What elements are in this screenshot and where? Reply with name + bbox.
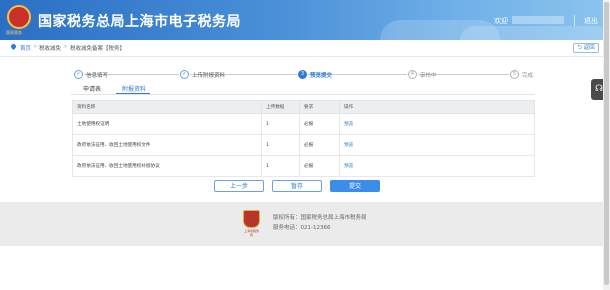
- breadcrumb-separator: >: [63, 44, 68, 50]
- breadcrumb-level2: 税收减免备案【税务】: [70, 46, 126, 52]
- tab-divider: [71, 94, 535, 95]
- breadcrumb-home[interactable]: 首页: [20, 44, 31, 52]
- scrollbar-thumb[interactable]: [604, 2, 609, 285]
- step-3-number: 3: [298, 70, 307, 79]
- submit-button[interactable]: 提交: [330, 180, 380, 192]
- step-4-label: 审核中: [420, 73, 437, 79]
- welcome-text: 欢迎: [494, 17, 508, 25]
- table-row: 土地使用权证明 1 必报 预览: [72, 113, 535, 135]
- header-action: 操作: [339, 100, 535, 114]
- table-row: 政府依法征用、收回土地使用权补偿协议 1 必报 预览: [72, 155, 535, 177]
- preview-link[interactable]: 预览: [339, 113, 535, 135]
- site-title: 国家税务总局上海市电子税务局: [38, 14, 241, 30]
- doc-name: 政府依法征用、收回土地使用权补偿协议: [72, 155, 262, 177]
- tax-emblem-icon: [7, 5, 31, 29]
- tax-bureau-logo-icon: [243, 210, 260, 228]
- tab-application-form[interactable]: 申请表: [83, 84, 101, 93]
- breadcrumb-divider: [0, 56, 603, 57]
- table-row: 政府依法征用、收回土地使用权文件 1 必报 预览: [72, 134, 535, 156]
- header-doc-name: 资料名称: [72, 100, 262, 114]
- step-1-check-icon: ✓: [74, 70, 83, 79]
- breadcrumb-level1[interactable]: 税收减免: [39, 44, 61, 52]
- step-2-label: 上传附报资料: [192, 73, 226, 79]
- logout-link[interactable]: 退出: [584, 16, 598, 26]
- header-divider: [574, 15, 575, 26]
- doc-name: 政府依法征用、收回土地使用权文件: [72, 134, 262, 156]
- location-pin-icon: [9, 42, 18, 51]
- requirement: 必报: [299, 134, 340, 156]
- back-button[interactable]: ⮌ 返回: [573, 43, 599, 53]
- service-phone: 服务电话：021-12366: [273, 225, 331, 231]
- previous-step-button[interactable]: 上一步: [214, 180, 264, 192]
- doc-name: 土地使用权证明: [72, 113, 262, 135]
- breadcrumb-separator: >: [33, 44, 38, 50]
- header-upload-count: 上传数据: [261, 100, 300, 114]
- save-draft-button[interactable]: 暂存: [272, 180, 322, 192]
- tab-attachments[interactable]: 附报资料: [122, 84, 146, 93]
- upload-count: 1: [261, 113, 300, 135]
- back-button-label: 返回: [583, 45, 595, 51]
- copyright-text: 版权所有：国家税务总局上海市税务局: [273, 215, 367, 221]
- preview-link[interactable]: 预览: [339, 155, 535, 177]
- table-header-row: 资料名称 上传数据 要求 操作: [72, 100, 535, 114]
- back-arrow-icon: ⮌: [577, 45, 582, 51]
- mountain-decoration: [460, 26, 610, 40]
- upload-count: 1: [261, 134, 300, 156]
- attachments-table: 资料名称 上传数据 要求 操作 土地使用权证明 1 必报 预览 政府依法征用、收…: [72, 100, 535, 177]
- requirement: 必报: [299, 113, 340, 135]
- upload-count: 1: [261, 155, 300, 177]
- step-2-check-icon: ✓: [180, 70, 189, 79]
- step-3-label: 预览提交: [310, 73, 333, 79]
- step-4-number: 4: [408, 70, 417, 79]
- emblem-caption: 国家税务: [6, 30, 22, 35]
- step-1-label: 信息填写: [86, 73, 109, 79]
- preview-link[interactable]: 预览: [339, 134, 535, 156]
- header-requirement: 要求: [299, 100, 340, 114]
- user-name-redacted: [512, 16, 564, 24]
- step-5-label: 完成: [522, 73, 534, 79]
- step-5-number: 5: [510, 70, 519, 79]
- requirement: 必报: [299, 155, 340, 177]
- logo-caption: 上海市税务局: [244, 229, 260, 237]
